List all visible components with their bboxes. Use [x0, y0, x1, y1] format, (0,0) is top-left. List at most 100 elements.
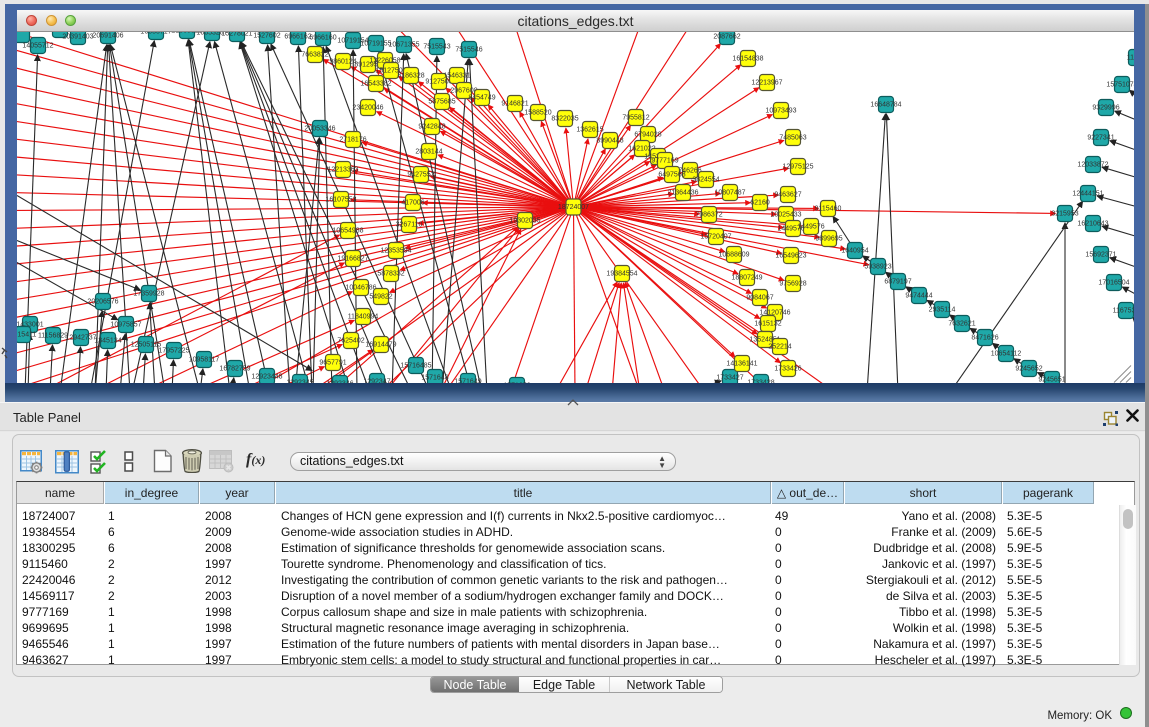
svg-text:549822: 549822	[369, 294, 392, 301]
svg-text:12975125: 12975125	[782, 164, 813, 171]
svg-text:9084067: 9084067	[746, 295, 773, 302]
svg-text:11840994: 11840994	[348, 314, 379, 321]
svg-text:2967608: 2967608	[450, 88, 477, 95]
svg-text:10025433: 10025433	[770, 212, 801, 219]
svg-text:9756928: 9756928	[779, 281, 806, 288]
svg-text:14136141: 14136141	[726, 361, 757, 368]
svg-text:16914479: 16914479	[365, 342, 396, 349]
svg-text:10975857: 10975857	[110, 322, 141, 329]
svg-text:1527602: 1527602	[253, 33, 280, 40]
svg-text:15751074: 15751074	[1106, 82, 1134, 89]
svg-text:8471626: 8471626	[971, 335, 998, 342]
svg-text:3915411: 3915411	[17, 332, 36, 339]
svg-text:2935114: 2935114	[929, 307, 956, 314]
svg-text:9463627: 9463627	[774, 192, 801, 199]
svg-text:9860124: 9860124	[329, 59, 356, 66]
svg-text:6966162: 6966162	[284, 34, 311, 41]
svg-text:1167533: 1167533	[1113, 308, 1134, 315]
svg-text:7515543: 7515543	[423, 44, 450, 51]
svg-text:15692371: 15692371	[1085, 252, 1116, 259]
svg-text:9899695: 9899695	[815, 236, 842, 243]
svg-text:17016504: 17016504	[1098, 280, 1129, 287]
svg-text:10688609: 10688609	[718, 252, 749, 259]
svg-text:9115460: 9115460	[815, 206, 842, 213]
svg-text:16549623: 16549623	[775, 253, 806, 260]
svg-text:7625402: 7625402	[337, 338, 364, 345]
svg-text:9474444: 9474444	[905, 293, 932, 300]
svg-text:6879197: 6879197	[884, 279, 911, 286]
svg-text:10719155: 10719155	[360, 41, 391, 48]
svg-text:6497568: 6497568	[658, 172, 685, 179]
svg-text:8322035: 8322035	[551, 116, 578, 123]
svg-text:10654112: 10654112	[991, 351, 1022, 358]
svg-text:5875685: 5875685	[428, 99, 455, 106]
svg-text:1733426: 1733426	[774, 366, 801, 373]
svg-text:5938923: 5938923	[864, 264, 891, 271]
svg-text:14055712: 14055712	[22, 43, 53, 50]
svg-text:2087662: 2087662	[713, 34, 740, 41]
svg-text:17359928: 17359928	[133, 291, 164, 298]
svg-text:16055717: 16055717	[140, 32, 171, 36]
svg-text:417006: 417006	[401, 200, 424, 207]
svg-text:8990448: 8990448	[596, 138, 623, 145]
svg-text:8186328: 8186328	[397, 73, 424, 80]
svg-text:62160: 62160	[750, 200, 770, 207]
svg-text:21364436: 21364436	[667, 190, 698, 197]
svg-text:1640954: 1640954	[841, 248, 868, 255]
svg-text:10654988: 10654988	[332, 228, 363, 235]
svg-text:10807487: 10807487	[714, 190, 745, 197]
svg-text:17957225: 17957225	[158, 348, 189, 355]
svg-text:9657791: 9657791	[319, 360, 346, 367]
svg-text:10973493: 10973493	[765, 108, 796, 115]
svg-text:18724007: 18724007	[558, 204, 589, 211]
svg-text:12213363: 12213363	[327, 167, 358, 174]
svg-text:1546331: 1546331	[443, 73, 470, 80]
svg-text:11122: 11122	[1127, 55, 1134, 62]
svg-text:15716485: 15716485	[400, 363, 431, 370]
svg-text:20053346: 20053346	[304, 126, 335, 133]
svg-text:7485063: 7485063	[779, 135, 806, 142]
svg-text:7632621: 7632621	[948, 321, 975, 328]
svg-text:1449576: 1449576	[797, 224, 824, 231]
svg-text:6794028: 6794028	[634, 132, 661, 139]
svg-text:5878332: 5878332	[377, 271, 404, 278]
svg-text:10671355: 10671355	[388, 42, 419, 49]
svg-text:12505115: 12505115	[131, 342, 162, 349]
svg-text:12353594: 12353594	[380, 248, 411, 255]
svg-text:18807249: 18807249	[731, 275, 762, 282]
svg-text:15278021: 15278021	[221, 32, 252, 38]
svg-text:9127505: 9127505	[425, 79, 452, 86]
svg-text:12942737: 12942737	[65, 335, 96, 342]
svg-text:10958117: 10958117	[189, 357, 220, 364]
svg-text:16210643: 16210643	[1077, 221, 1108, 228]
svg-text:16154838: 16154838	[732, 56, 763, 63]
svg-text:9777169: 9777169	[651, 158, 678, 165]
svg-text:2718176: 2718176	[339, 137, 366, 144]
svg-text:1345134: 1345134	[94, 338, 121, 345]
svg-text:19302035: 19302035	[509, 218, 540, 225]
svg-text:12444151: 12444151	[1072, 191, 1103, 198]
svg-text:11156829: 11156829	[38, 333, 68, 340]
svg-text:12033872: 12033872	[1077, 162, 1108, 169]
svg-text:1362615: 1362615	[576, 127, 603, 134]
svg-text:20391403: 20391403	[62, 34, 93, 41]
svg-text:9242848: 9242848	[418, 124, 445, 131]
svg-text:6966160: 6966160	[309, 35, 336, 42]
svg-text:7663822: 7663822	[301, 52, 328, 59]
svg-text:16648784: 16648784	[870, 102, 901, 109]
svg-text:7515546: 7515546	[455, 47, 482, 54]
svg-text:12213967: 12213967	[751, 80, 782, 87]
svg-text:9427552: 9427552	[407, 172, 434, 179]
svg-text:19166827: 19166827	[337, 256, 368, 263]
svg-text:7955812: 7955812	[622, 115, 649, 122]
svg-text:12923448: 12923448	[251, 374, 282, 381]
svg-text:9227341: 9227341	[1087, 135, 1114, 142]
svg-text:20691406: 20691406	[92, 33, 123, 40]
svg-text:16543382: 16543382	[360, 81, 391, 88]
svg-text:252214: 252214	[768, 344, 791, 351]
svg-text:8454749: 8454749	[468, 95, 495, 102]
svg-text:1615132: 1615132	[754, 321, 781, 328]
svg-text:16782759: 16782759	[219, 366, 250, 373]
svg-text:7986372: 7986372	[695, 212, 722, 219]
svg-text:9245652: 9245652	[1015, 366, 1042, 373]
